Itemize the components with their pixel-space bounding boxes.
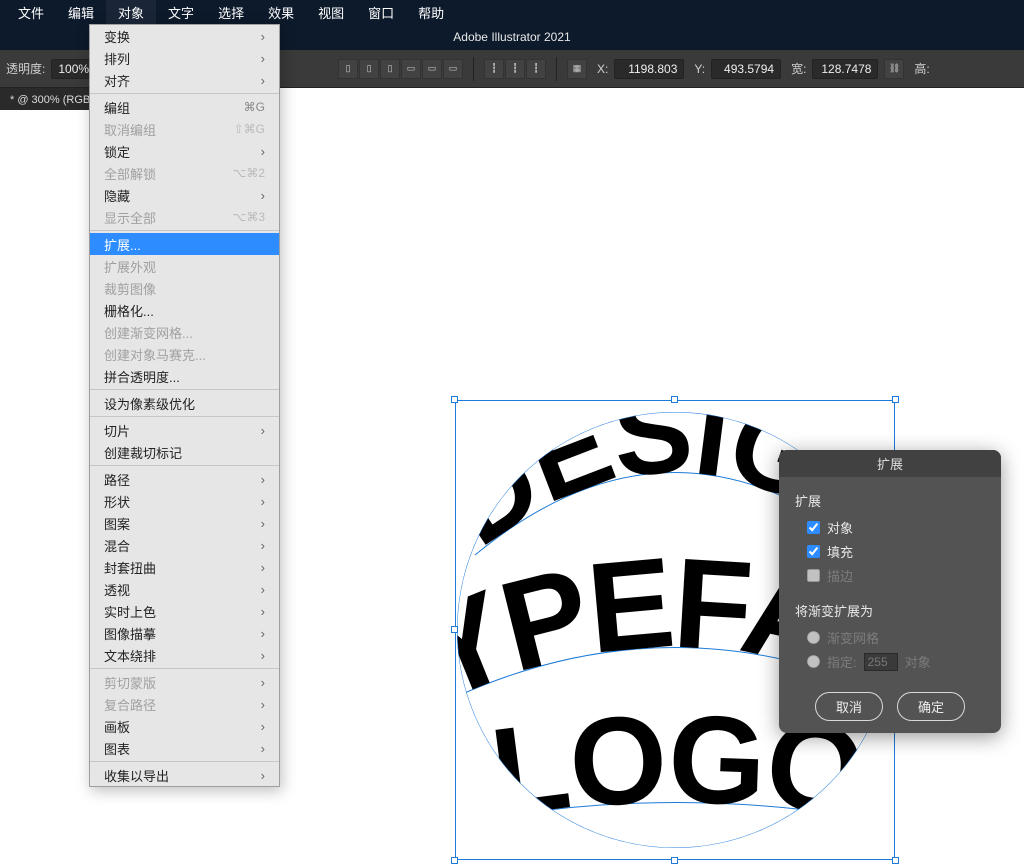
menu-item-拼合透明度[interactable]: 拼合透明度... (90, 365, 279, 387)
cb-object-row[interactable]: 对象 (807, 518, 985, 537)
cb-object[interactable] (807, 521, 820, 534)
distribute-icons-group: ┇ ┇ ┇ (484, 59, 546, 79)
menu-文字[interactable]: 文字 (156, 0, 206, 26)
menu-divider (90, 668, 279, 669)
menu-item-切片[interactable]: 切片 (90, 419, 279, 441)
menu-item-透视[interactable]: 透视 (90, 578, 279, 600)
menu-item-复合路径: 复合路径 (90, 693, 279, 715)
menu-item-收集以导出[interactable]: 收集以导出 (90, 764, 279, 786)
menu-文件[interactable]: 文件 (6, 0, 56, 26)
menu-item-画板[interactable]: 画板 (90, 715, 279, 737)
cancel-button[interactable]: 取消 (815, 692, 883, 721)
align-hcenter-icon[interactable]: ▯ (359, 59, 379, 79)
menu-item-图案[interactable]: 图案 (90, 512, 279, 534)
menu-效果[interactable]: 效果 (256, 0, 306, 26)
opacity-label: 透明度: (6, 60, 45, 77)
menu-item-对齐[interactable]: 对齐 (90, 69, 279, 91)
w-value[interactable]: 128.7478 (812, 59, 878, 79)
cb-object-label: 对象 (827, 518, 853, 537)
cb-fill[interactable] (807, 545, 820, 558)
menu-item-锁定[interactable]: 锁定 (90, 140, 279, 162)
menu-item-文本绕排[interactable]: 文本绕排 (90, 644, 279, 666)
menu-选择[interactable]: 选择 (206, 0, 256, 26)
cb-stroke-row: 描边 (807, 566, 985, 585)
menu-item-创建对象马赛克: 创建对象马赛克... (90, 343, 279, 365)
menu-item-扩展外观: 扩展外观 (90, 255, 279, 277)
menu-视图[interactable]: 视图 (306, 0, 356, 26)
menu-divider (90, 230, 279, 231)
align-left-icon[interactable]: ▯ (338, 59, 358, 79)
w-label: 宽: (791, 60, 806, 77)
y-value[interactable]: 493.5794 (711, 59, 781, 79)
radio-mesh-row: 渐变网格 (807, 628, 985, 647)
menu-item-图像描摹[interactable]: 图像描摹 (90, 622, 279, 644)
expand-section-label: 扩展 (795, 491, 985, 510)
menu-item-变换[interactable]: 变换 (90, 25, 279, 47)
menu-item-创建渐变网格: 创建渐变网格... (90, 321, 279, 343)
menu-item-创建裁切标记[interactable]: 创建裁切标记 (90, 441, 279, 463)
align-bottom-icon[interactable]: ▭ (443, 59, 463, 79)
cb-fill-row[interactable]: 填充 (807, 542, 985, 561)
menu-帮助[interactable]: 帮助 (406, 0, 456, 26)
align-icons-group: ▯ ▯ ▯ ▭ ▭ ▭ (338, 59, 463, 79)
x-value[interactable]: 1198.803 (614, 59, 684, 79)
expand-dialog[interactable]: 扩展 扩展 对象 填充 描边 将渐变扩展为 渐变网格 指定: 255 对象 取消… (779, 450, 1001, 733)
menu-item-裁剪图像: 裁剪图像 (90, 277, 279, 299)
cb-fill-label: 填充 (827, 542, 853, 561)
transform-anchor-icon[interactable]: ▦ (567, 59, 587, 79)
dist-v-center-icon[interactable]: ┇ (505, 59, 525, 79)
app-title: Adobe Illustrator 2021 (453, 30, 570, 44)
radio-mesh-label: 渐变网格 (827, 628, 879, 647)
menu-对象[interactable]: 对象 (106, 0, 156, 26)
dialog-title: 扩展 (779, 450, 1001, 477)
menu-bar: 文件编辑对象文字选择效果视图窗口帮助 (0, 0, 1024, 24)
menu-item-形状[interactable]: 形状 (90, 490, 279, 512)
link-wh-icon[interactable]: ⛓ (884, 59, 904, 79)
object-menu-dropdown[interactable]: 变换排列对齐编组⌘G取消编组⇧⌘G锁定全部解锁⌥⌘2隐藏显示全部⌥⌘3 扩展...… (89, 24, 280, 787)
menu-item-栅格化[interactable]: 栅格化... (90, 299, 279, 321)
menu-item-设为像素级优化[interactable]: 设为像素级优化 (90, 392, 279, 414)
radio-specify-row: 指定: 255 对象 (807, 652, 985, 671)
menu-item-隐藏[interactable]: 隐藏 (90, 184, 279, 206)
gradient-section-label: 将渐变扩展为 (795, 601, 985, 620)
menu-item-显示全部: 显示全部⌥⌘3 (90, 206, 279, 228)
menu-divider (90, 761, 279, 762)
y-label: Y: (694, 62, 705, 76)
cb-stroke-label: 描边 (827, 566, 853, 585)
menu-divider (90, 389, 279, 390)
menu-divider (90, 465, 279, 466)
specify-count-field: 255 (864, 653, 898, 671)
radio-mesh (807, 631, 820, 644)
dist-v-bottom-icon[interactable]: ┇ (526, 59, 546, 79)
radio-specify-prefix: 指定: (827, 652, 857, 671)
menu-item-排列[interactable]: 排列 (90, 47, 279, 69)
x-label: X: (597, 62, 608, 76)
dist-v-top-icon[interactable]: ┇ (484, 59, 504, 79)
menu-item-扩展[interactable]: 扩展... (90, 233, 279, 255)
menu-divider (90, 416, 279, 417)
menu-编辑[interactable]: 编辑 (56, 0, 106, 26)
align-top-icon[interactable]: ▭ (401, 59, 421, 79)
menu-item-封套扭曲[interactable]: 封套扭曲 (90, 556, 279, 578)
menu-item-混合[interactable]: 混合 (90, 534, 279, 556)
radio-specify-suffix: 对象 (905, 652, 931, 671)
cb-stroke (807, 569, 820, 582)
menu-item-全部解锁: 全部解锁⌥⌘2 (90, 162, 279, 184)
menu-窗口[interactable]: 窗口 (356, 0, 406, 26)
menu-item-路径[interactable]: 路径 (90, 468, 279, 490)
align-right-icon[interactable]: ▯ (380, 59, 400, 79)
menu-item-实时上色[interactable]: 实时上色 (90, 600, 279, 622)
menu-item-取消编组: 取消编组⇧⌘G (90, 118, 279, 140)
menu-divider (90, 93, 279, 94)
align-vcenter-icon[interactable]: ▭ (422, 59, 442, 79)
menu-item-编组[interactable]: 编组⌘G (90, 96, 279, 118)
h-label: 高: (914, 60, 929, 77)
ok-button[interactable]: 确定 (897, 692, 965, 721)
radio-specify (807, 655, 820, 668)
menu-item-图表[interactable]: 图表 (90, 737, 279, 759)
menu-item-剪切蒙版: 剪切蒙版 (90, 671, 279, 693)
